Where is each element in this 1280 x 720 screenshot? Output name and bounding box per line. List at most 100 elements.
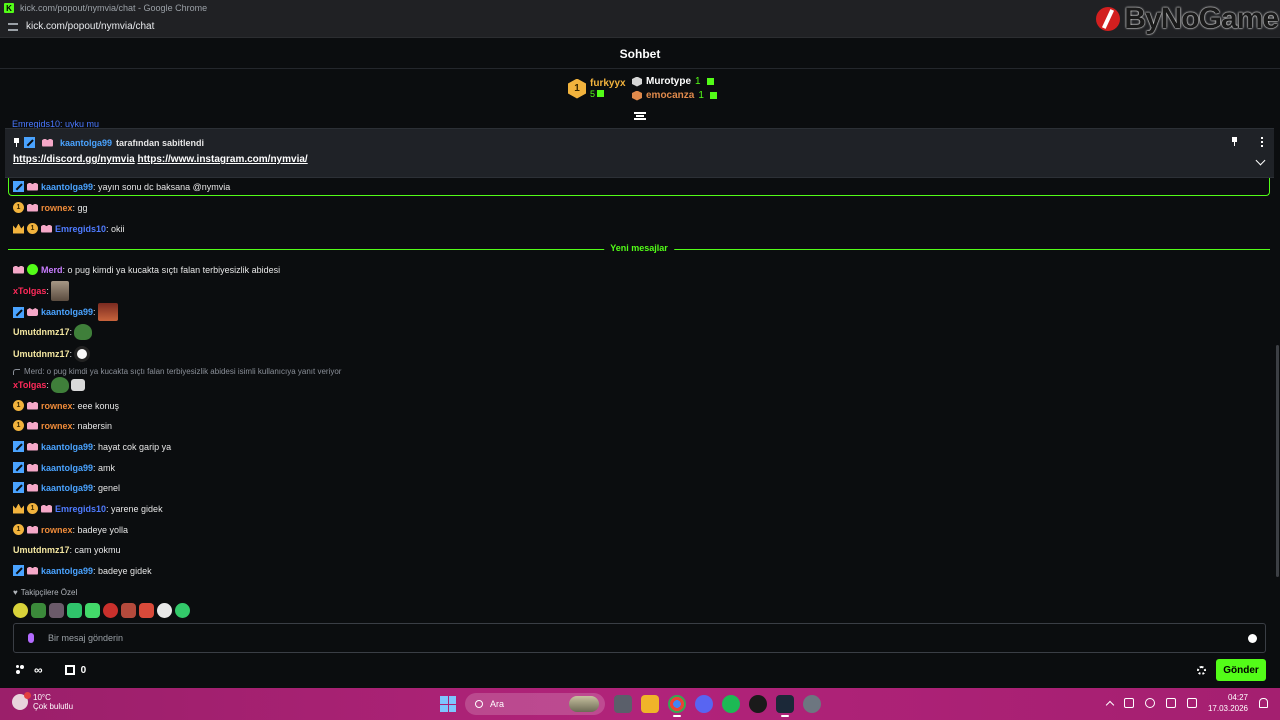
emote-button[interactable]: [13, 603, 28, 618]
weather-widget[interactable]: 10°C Çok bulutlu: [12, 692, 73, 711]
windows-taskbar: 10°C Çok bulutlu Ara 04:27 17.03.2026: [0, 688, 1280, 720]
chat-message[interactable]: kaantolga99 :: [13, 303, 118, 321]
emote-image[interactable]: [74, 346, 91, 362]
chat-message[interactable]: xTolgas :: [13, 377, 85, 393]
moderator-badge-icon: [13, 306, 24, 318]
taskbar-clock[interactable]: 04:27 17.03.2026: [1208, 692, 1248, 714]
emote-image[interactable]: [70, 379, 85, 391]
moderator-badge-icon: [13, 441, 24, 452]
send-button[interactable]: Gönder: [1216, 659, 1266, 681]
emote-button[interactable]: [175, 603, 190, 618]
chat-message[interactable]: kaantolga99 : amk: [13, 462, 115, 473]
message-username[interactable]: Merd: [41, 265, 63, 275]
taskbar-search[interactable]: Ara: [465, 693, 605, 715]
obs-icon[interactable]: [749, 695, 767, 713]
instagram-link[interactable]: https://www.instagram.com/nymvia/: [137, 154, 307, 165]
chevron-up-icon[interactable]: [1105, 700, 1115, 709]
channel-points-icon[interactable]: [16, 665, 28, 675]
emote-image[interactable]: [74, 324, 93, 340]
store-icon[interactable]: [64, 665, 75, 675]
emote-button[interactable]: [139, 603, 154, 618]
chat-message[interactable]: 1 rownex : eee konuş: [13, 400, 119, 411]
gear-icon[interactable]: [1197, 665, 1206, 675]
chat-message[interactable]: Umutdnmz17 : cam yokmu: [13, 545, 121, 555]
chat-message[interactable]: 1 rownex : badeye yolla: [13, 524, 128, 535]
leaderboard-top[interactable]: 1 furkyyx 5: [568, 78, 626, 99]
discord-link[interactable]: https://discord.gg/nymvia: [13, 154, 135, 165]
message-username[interactable]: kaantolga99: [41, 182, 93, 192]
message-username[interactable]: rownex: [41, 525, 73, 535]
message-username[interactable]: Umutdnmz17: [13, 327, 70, 337]
message-username[interactable]: Umutdnmz17: [13, 349, 70, 359]
message-username[interactable]: rownex: [41, 401, 73, 411]
emote-button[interactable]: [85, 603, 100, 618]
bell-icon[interactable]: [1259, 698, 1268, 708]
message-username[interactable]: kaantolga99: [41, 463, 93, 473]
chat-message[interactable]: kaantolga99 : badeye gidek: [13, 565, 152, 576]
unpin-button[interactable]: [1231, 137, 1238, 146]
chat-message[interactable]: 1 Emregids10 : yarene gidek: [13, 503, 163, 514]
emote-image[interactable]: [50, 377, 69, 393]
chat-input-box[interactable]: [13, 623, 1266, 653]
emote-button[interactable]: [49, 603, 64, 618]
message-username[interactable]: Emregids10: [55, 504, 106, 514]
message-username[interactable]: rownex: [41, 203, 73, 213]
network-icon[interactable]: [1123, 698, 1134, 708]
volume-icon[interactable]: [1186, 698, 1197, 708]
chat-message[interactable]: Umutdnmz17 :: [13, 346, 91, 362]
emote-button[interactable]: [121, 603, 136, 618]
chat-message[interactable]: kaantolga99 : genel: [13, 482, 120, 493]
message-username[interactable]: kaantolga99: [41, 442, 93, 452]
windows-start-icon[interactable]: [440, 696, 456, 712]
chat-message[interactable]: kaantolga99 : yayın sonu dc baksana @nym…: [13, 181, 230, 192]
message-username[interactable]: Emregids10: [55, 224, 106, 234]
message-username[interactable]: kaantolga99: [41, 307, 93, 317]
settings-app-icon[interactable]: [803, 695, 821, 713]
chrome-icon[interactable]: [668, 695, 686, 717]
message-username[interactable]: xTolgas: [13, 286, 46, 296]
message-username[interactable]: xTolgas: [13, 380, 46, 390]
chat-footer: ∞ 0 Gönder: [0, 658, 1280, 684]
emote-button[interactable]: [103, 603, 118, 618]
reply-context[interactable]: Merd: o pug kimdi ya kucakta sıçtı falan…: [13, 367, 341, 376]
file-explorer-icon[interactable]: [641, 695, 659, 713]
moderator-badge-icon: [24, 137, 35, 148]
emote-button[interactable]: [157, 603, 172, 618]
chevron-down-icon[interactable]: [1255, 155, 1266, 166]
emote-image[interactable]: [97, 303, 118, 321]
leaderboard-row[interactable]: emocanza 1: [632, 90, 717, 101]
message-username[interactable]: kaantolga99: [41, 566, 93, 576]
message-username[interactable]: Umutdnmz17: [13, 545, 70, 555]
emote-button[interactable]: [31, 603, 46, 618]
leaderboard-row[interactable]: Murotype 1: [632, 76, 717, 87]
url-text[interactable]: kick.com/popout/nymvia/chat: [26, 21, 154, 32]
chat-message[interactable]: Umutdnmz17 :: [13, 324, 93, 340]
wifi-icon[interactable]: [1165, 698, 1176, 708]
chat-message[interactable]: 1 Emregids10 : okii: [13, 223, 125, 234]
message-username[interactable]: rownex: [41, 421, 73, 431]
pinned-more-icon[interactable]: [1261, 137, 1264, 147]
address-bar[interactable]: kick.com/popout/nymvia/chat: [0, 16, 1280, 38]
chat-scrollbar[interactable]: [1276, 345, 1279, 577]
chat-message[interactable]: xTolgas :: [13, 281, 69, 301]
emoji-icon[interactable]: [1248, 634, 1257, 643]
discord-icon[interactable]: [695, 695, 713, 713]
mic-tray-icon[interactable]: [1144, 698, 1155, 708]
emote-image[interactable]: [50, 281, 69, 301]
message-username[interactable]: kaantolga99: [41, 483, 93, 493]
chat-message[interactable]: Merd : o pug kimdi ya kucakta sıçtı fala…: [13, 264, 280, 275]
task-view-icon[interactable]: [614, 695, 632, 713]
steam-icon[interactable]: [776, 695, 794, 717]
chat-message[interactable]: kaantolga99 : hayat cok garip ya: [13, 441, 171, 452]
mic-icon[interactable]: [28, 633, 34, 643]
subscriber-badge-icon: [27, 525, 38, 534]
emote-button[interactable]: [67, 603, 82, 618]
spotify-icon[interactable]: [722, 695, 740, 713]
chat-message[interactable]: 1 rownex : gg: [13, 202, 88, 213]
message-text: : badeye gidek: [93, 565, 152, 576]
expand-leaderboard-icon[interactable]: [634, 112, 646, 120]
site-info-icon[interactable]: [8, 22, 18, 31]
message-input[interactable]: [48, 633, 1148, 643]
pinned-by-user[interactable]: kaantolga99: [60, 138, 112, 148]
chat-message[interactable]: 1 rownex : nabersin: [13, 420, 112, 431]
